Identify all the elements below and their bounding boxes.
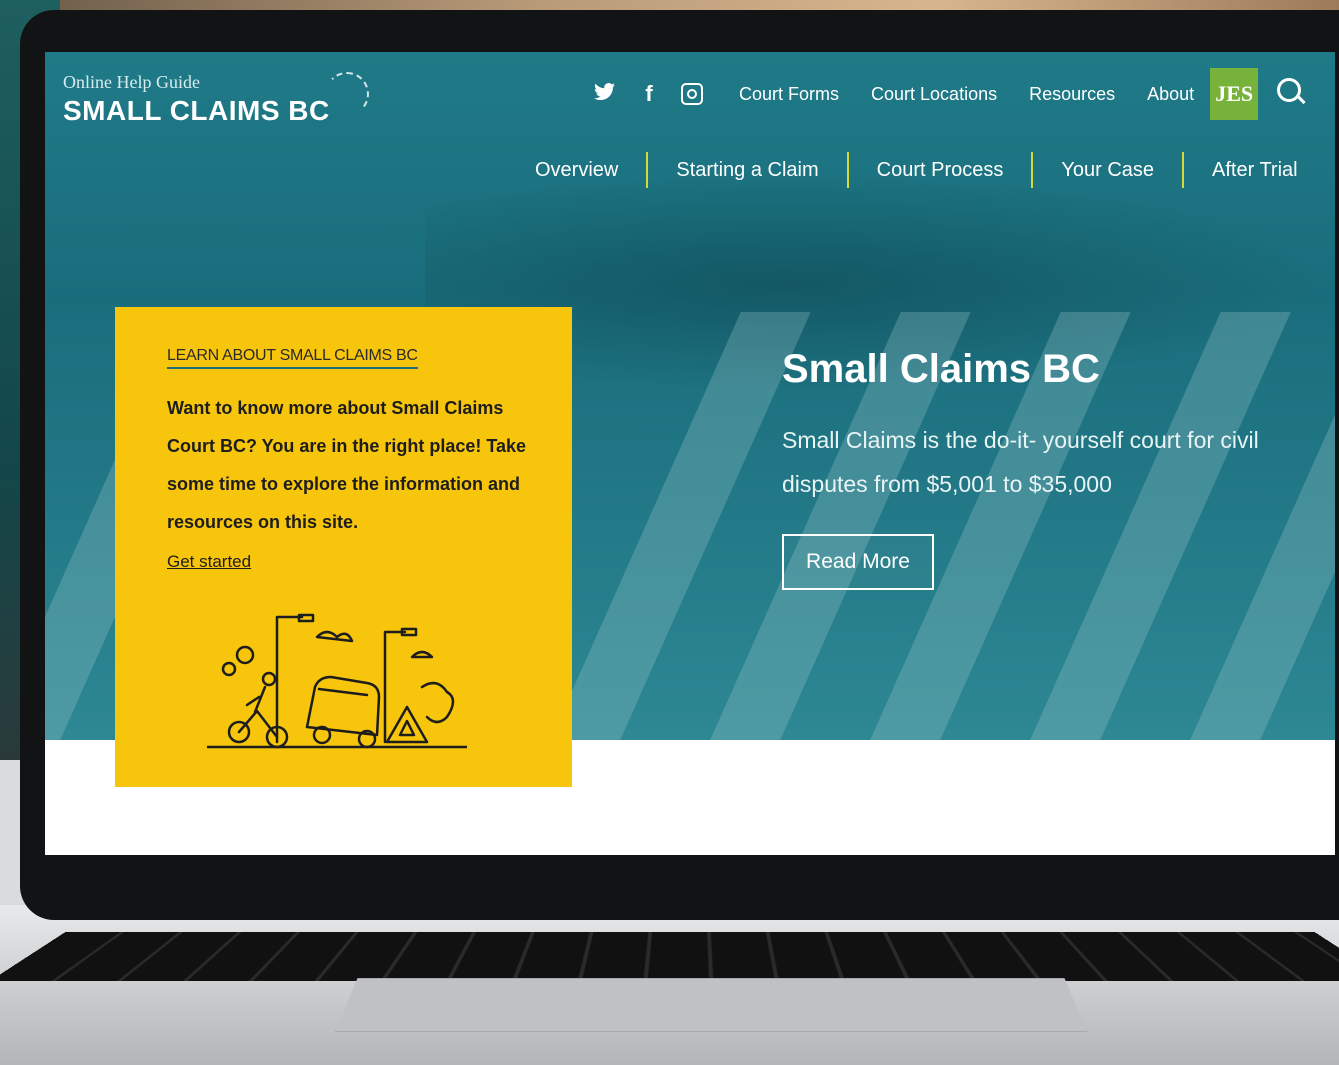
nav-about[interactable]: About	[1147, 84, 1194, 105]
facebook-icon[interactable]: f	[637, 81, 661, 107]
laptop-keyboard	[0, 931, 1339, 982]
nav-your-case[interactable]: Your Case	[1033, 159, 1182, 182]
utility-nav: f Court Forms Court Locations Resources …	[593, 68, 1259, 120]
main-nav: Overview Starting a Claim Court Process …	[535, 152, 1326, 188]
nav-overview[interactable]: Overview	[535, 159, 646, 182]
read-more-button[interactable]: Read More	[782, 534, 934, 590]
nav-after-trial[interactable]: After Trial	[1184, 159, 1326, 182]
card-kicker: LEARN ABOUT SMALL CLAIMS BC	[167, 347, 418, 369]
nav-court-forms[interactable]: Court Forms	[739, 84, 839, 105]
laptop-trackpad	[335, 978, 1087, 1032]
car-accident-illustration-icon	[207, 613, 467, 749]
nav-court-locations[interactable]: Court Locations	[871, 84, 997, 105]
utility-links: Court Forms Court Locations Resources Ab…	[739, 84, 1194, 105]
learn-about-card: LEARN ABOUT SMALL CLAIMS BC Want to know…	[115, 307, 572, 787]
nav-resources[interactable]: Resources	[1029, 84, 1115, 105]
logo-arc-icon	[325, 72, 369, 116]
social-links: f	[593, 81, 703, 107]
hero-title: Small Claims BC	[782, 347, 1100, 391]
jes-badge[interactable]: JES	[1210, 68, 1259, 120]
twitter-icon[interactable]	[593, 81, 617, 107]
hero-subtitle: Small Claims is the do-it- yourself cour…	[782, 427, 1259, 497]
laptop-screen: Online Help Guide SMALL CLAIMS BC f Cour…	[45, 52, 1335, 855]
instagram-icon[interactable]	[681, 83, 703, 105]
nav-starting-a-claim[interactable]: Starting a Claim	[648, 159, 846, 182]
logo-kicker: Online Help Guide	[63, 72, 200, 92]
card-body: Want to know more about Small Claims Cou…	[167, 398, 527, 532]
get-started-link[interactable]: Get started	[167, 552, 251, 572]
logo-title: SMALL CLAIMS BC	[63, 95, 330, 126]
search-icon[interactable]	[1277, 78, 1301, 102]
nav-court-process[interactable]: Court Process	[849, 159, 1032, 182]
site-logo[interactable]: Online Help Guide SMALL CLAIMS BC	[63, 72, 369, 127]
